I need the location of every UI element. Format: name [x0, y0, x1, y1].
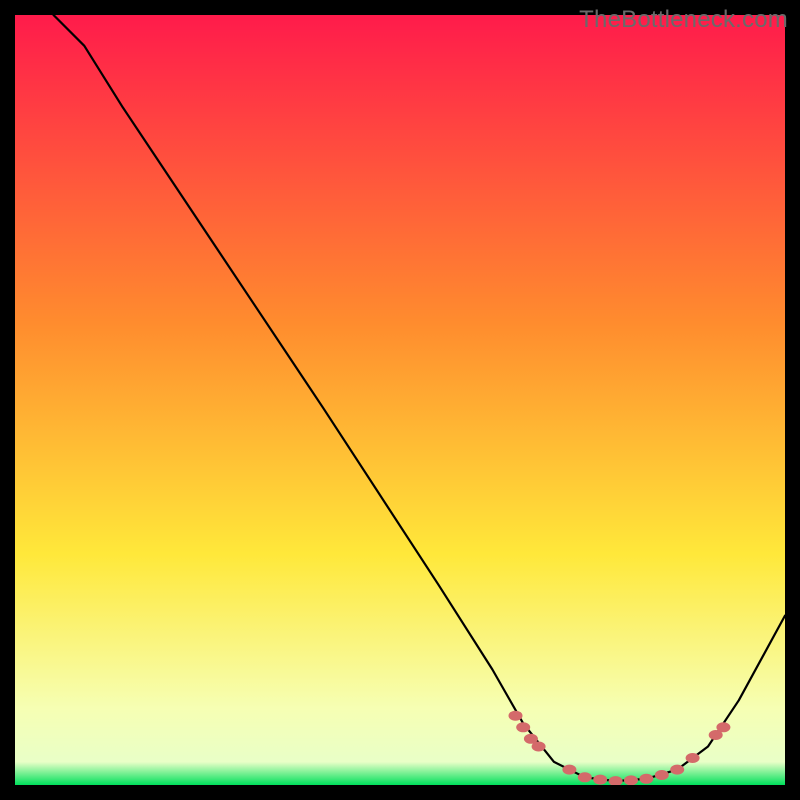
data-marker: [578, 772, 592, 782]
data-marker: [516, 722, 530, 732]
data-marker: [624, 775, 638, 785]
chart-frame: TheBottleneck.com: [0, 0, 800, 800]
data-marker: [686, 753, 700, 763]
data-marker: [716, 722, 730, 732]
data-marker: [562, 765, 576, 775]
data-marker: [532, 742, 546, 752]
data-marker: [509, 711, 523, 721]
plot-svg: [15, 15, 785, 785]
data-marker: [639, 774, 653, 784]
gradient-background: [15, 15, 785, 785]
data-marker: [655, 770, 669, 780]
plot-area: [15, 15, 785, 785]
watermark-text: TheBottleneck.com: [579, 6, 788, 34]
data-marker: [670, 765, 684, 775]
data-marker: [593, 775, 607, 785]
